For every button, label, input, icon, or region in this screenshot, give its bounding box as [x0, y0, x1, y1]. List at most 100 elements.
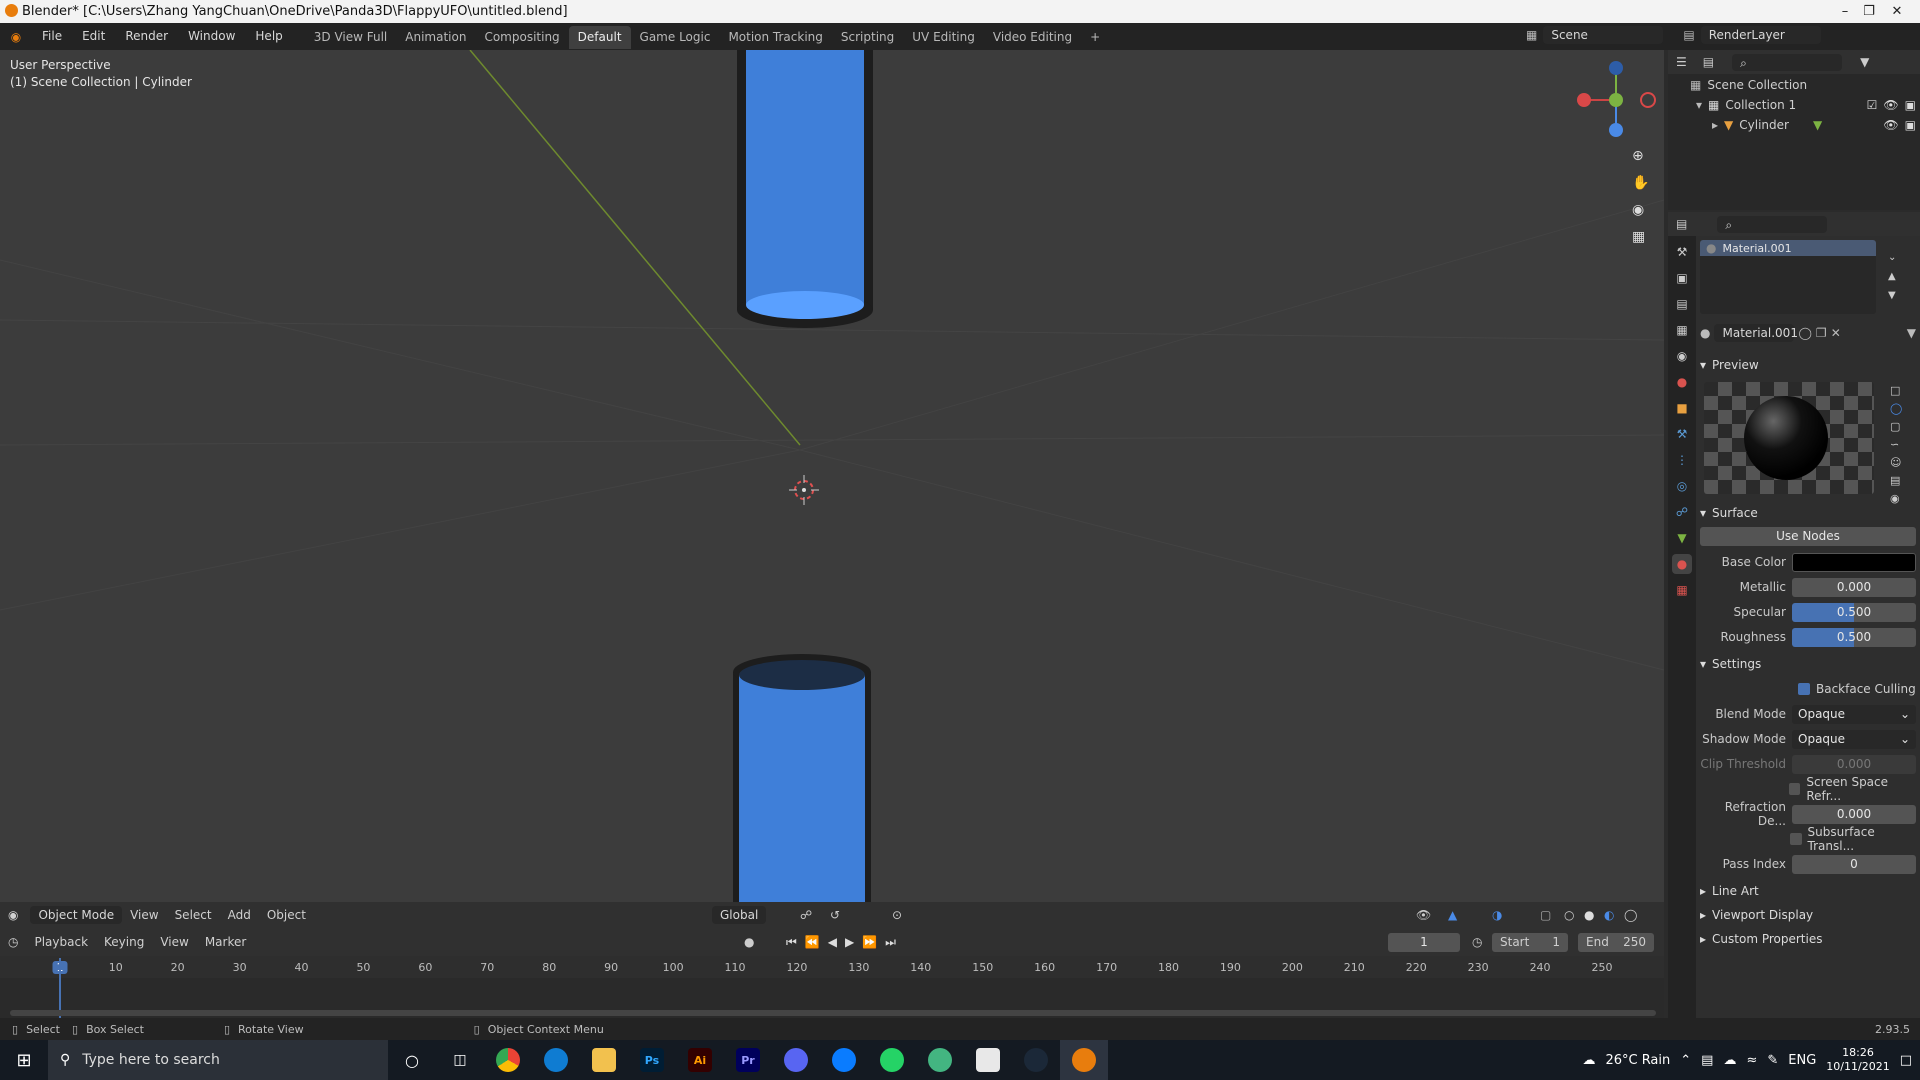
onedrive-icon[interactable]: ☁: [1723, 1053, 1736, 1068]
material-slot-list[interactable]: ● Material.001: [1700, 240, 1876, 314]
data-tab-icon[interactable]: ▼: [1672, 528, 1692, 548]
constraints-tab-icon[interactable]: ☍: [1672, 502, 1692, 522]
blender-menu-icon[interactable]: ◉: [0, 30, 32, 44]
view-layer-tab-icon[interactable]: ▦: [1672, 320, 1692, 340]
pivot-icon[interactable]: ☍: [800, 908, 812, 922]
outliner-editor-icon[interactable]: ☰: [1676, 55, 1687, 69]
preview-cloth-icon[interactable]: ▤: [1890, 474, 1902, 487]
workspace-tab-motion-tracking[interactable]: Motion Tracking: [719, 26, 831, 49]
mesh-data-icon[interactable]: ▼: [1813, 118, 1822, 132]
timeline-ruler[interactable]: 1102030405060708090100110120130140150160…: [0, 956, 1664, 978]
render-layer-icon[interactable]: ▤: [1683, 28, 1694, 42]
editor-type-icon[interactable]: ◉: [0, 908, 26, 922]
outliner-root-row[interactable]: ▦ Scene Collection: [1690, 78, 1807, 92]
eye-icon[interactable]: 👁: [1883, 118, 1898, 132]
specular-field[interactable]: 0.500: [1792, 602, 1916, 622]
illustrator-icon[interactable]: Ai: [676, 1040, 724, 1080]
scene-tab-icon[interactable]: ◉: [1672, 346, 1692, 366]
modifier-tab-icon[interactable]: ⚒: [1672, 424, 1692, 444]
chrome-icon[interactable]: [484, 1040, 532, 1080]
network-icon[interactable]: ▤: [1701, 1053, 1713, 1068]
add-workspace-button[interactable]: +: [1081, 26, 1109, 49]
blender-taskbar-icon[interactable]: [1060, 1040, 1108, 1080]
task-view-icon[interactable]: ◫: [436, 1040, 484, 1080]
record-icon[interactable]: ●: [744, 935, 754, 949]
checkbox-icon[interactable]: ☑: [1867, 98, 1878, 112]
menu-render[interactable]: Render: [115, 23, 178, 50]
timeline-menu-keying[interactable]: Keying: [96, 935, 152, 949]
screen-space-refraction-checkbox[interactable]: [1789, 783, 1801, 795]
workspace-tab-compositing[interactable]: Compositing: [475, 26, 568, 49]
file-explorer-icon[interactable]: [580, 1040, 628, 1080]
wifi-icon[interactable]: ≈: [1746, 1053, 1757, 1068]
gizmo-toggle-icon[interactable]: ▲: [1448, 908, 1457, 922]
3d-viewport[interactable]: User Perspective (1) Scene Collection | …: [0, 50, 1664, 928]
shading-solid-icon[interactable]: ●: [1584, 908, 1594, 922]
workspace-tab-3d-view-full[interactable]: 3D View Full: [305, 26, 397, 49]
outliner-row-collection[interactable]: ▾ ▦ Collection 1 ☑ 👁 ▣: [1696, 98, 1916, 112]
notifications-icon[interactable]: □: [1900, 1053, 1912, 1068]
filter-icon[interactable]: ▼: [1860, 55, 1869, 69]
current-frame-field[interactable]: 1: [1388, 932, 1460, 952]
scene-icon[interactable]: ▦: [1526, 28, 1537, 42]
expand-arrow-icon[interactable]: ▸: [1712, 118, 1718, 132]
chat-app-icon[interactable]: [916, 1040, 964, 1080]
timeline-menu-marker[interactable]: Marker: [197, 935, 254, 949]
unlink-material-icon[interactable]: ✕: [1831, 326, 1841, 340]
messenger-icon[interactable]: [820, 1040, 868, 1080]
whatsapp-icon[interactable]: [868, 1040, 916, 1080]
properties-editor-icon[interactable]: ▤: [1676, 217, 1687, 231]
material-tab-icon[interactable]: ●: [1672, 554, 1692, 574]
shading-material-icon[interactable]: ◐: [1604, 908, 1614, 922]
shadow-mode-select[interactable]: Opaque ⌄: [1792, 729, 1916, 749]
custom-properties-section-header[interactable]: ▸ Custom Properties: [1700, 928, 1916, 950]
store-icon[interactable]: [964, 1040, 1012, 1080]
link-type-icon[interactable]: ▼: [1907, 326, 1916, 340]
scene-selector[interactable]: Scene: [1543, 26, 1664, 44]
close-button[interactable]: ✕: [1874, 0, 1920, 23]
end-frame-field[interactable]: End 250: [1578, 932, 1654, 952]
snap-icon[interactable]: ↺: [830, 908, 840, 922]
clock[interactable]: 18:26 10/11/2021: [1826, 1046, 1889, 1074]
workspace-tab-default[interactable]: Default: [568, 26, 631, 49]
start-button[interactable]: ⊞: [0, 1040, 48, 1080]
steam-icon[interactable]: [1012, 1040, 1060, 1080]
timeline-editor-icon[interactable]: ◷: [0, 935, 26, 949]
playback-controls[interactable]: ⏮⏪◀▶⏩⏭: [786, 935, 904, 950]
preview-sphere-icon[interactable]: ◯: [1890, 402, 1902, 415]
display-mode-icon[interactable]: ▤: [1703, 55, 1714, 69]
menu-window[interactable]: Window: [178, 23, 245, 50]
viewport-menu-add[interactable]: Add: [220, 908, 259, 922]
timeline-scrollbar[interactable]: [10, 1010, 1656, 1016]
shading-wireframe-icon[interactable]: ○: [1564, 908, 1574, 922]
subsurface-checkbox[interactable]: [1790, 833, 1802, 845]
render-layer-selector[interactable]: RenderLayer: [1700, 26, 1821, 44]
pass-index-field[interactable]: 0: [1792, 854, 1916, 874]
fake-user-icon[interactable]: ◯: [1798, 326, 1811, 340]
render-tab-icon[interactable]: ▣: [1672, 268, 1692, 288]
ortho-toggle-icon[interactable]: ▦: [1632, 229, 1649, 245]
preview-cube-icon[interactable]: ▢: [1890, 420, 1902, 433]
menu-help[interactable]: Help: [245, 23, 292, 50]
transform-orientation-selector[interactable]: Global: [712, 906, 767, 924]
surface-section-header[interactable]: ▾ Surface: [1700, 502, 1916, 524]
workspace-tab-game-logic[interactable]: Game Logic: [631, 26, 720, 49]
pen-icon[interactable]: ✎: [1767, 1053, 1778, 1068]
expand-arrow-icon[interactable]: ▾: [1696, 98, 1702, 112]
material-name-field[interactable]: Material.001: [1714, 324, 1798, 342]
material-browse-icon[interactable]: ●: [1700, 326, 1710, 340]
visibility-icon[interactable]: 👁: [1416, 908, 1431, 922]
menu-file[interactable]: File: [32, 23, 72, 50]
menu-edit[interactable]: Edit: [72, 23, 115, 50]
discord-icon[interactable]: [772, 1040, 820, 1080]
weather-icon[interactable]: ☁: [1582, 1053, 1595, 1068]
line-art-section-header[interactable]: ▸ Line Art: [1700, 880, 1916, 902]
language-indicator[interactable]: ENG: [1788, 1053, 1816, 1068]
tool-tab-icon[interactable]: ⚒: [1672, 242, 1692, 262]
base-color-swatch[interactable]: [1792, 552, 1916, 572]
clock-icon[interactable]: ◷: [1472, 935, 1482, 949]
timeline-menu-view[interactable]: View: [152, 935, 196, 949]
camera-view-icon[interactable]: ◉: [1632, 202, 1649, 218]
xray-icon[interactable]: ▢: [1540, 908, 1551, 922]
cortana-icon[interactable]: ○: [388, 1040, 436, 1080]
